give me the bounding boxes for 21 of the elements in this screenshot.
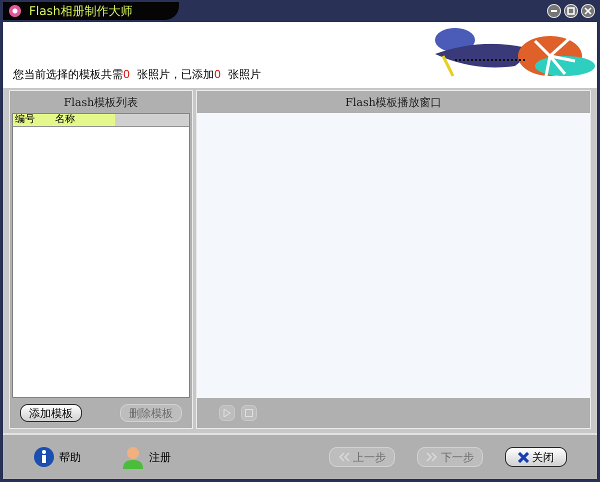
panel-title: Flash模板播放窗口 [344, 94, 443, 110]
double-right-icon [426, 452, 438, 462]
column-heading[interactable]: 编号 [13, 114, 53, 126]
help-link[interactable]: 帮助 [59, 450, 81, 464]
panel-title: Flash模板列表 [62, 94, 140, 110]
window-title: Flash相册制作大师 [29, 2, 132, 20]
column-heading[interactable]: 名称 [53, 114, 115, 126]
double-left-icon [338, 452, 350, 462]
user-icon [121, 445, 145, 469]
play-icon [223, 409, 231, 417]
maximize-icon[interactable] [564, 4, 578, 18]
minimize-icon[interactable] [547, 4, 561, 18]
register-link[interactable]: 注册 [149, 450, 171, 464]
app-logo-icon [9, 5, 21, 17]
close-icon[interactable] [581, 4, 595, 18]
add-template-button[interactable]: 添加模板 [20, 404, 82, 422]
stop-icon [245, 409, 253, 417]
close-icon [518, 452, 529, 462]
photo-count-notice: 您当前选择的模板共需0 张照片，已添加0 张照片 [13, 67, 261, 82]
close-button[interactable]: 关闭 [505, 447, 567, 467]
info-icon [33, 446, 55, 468]
